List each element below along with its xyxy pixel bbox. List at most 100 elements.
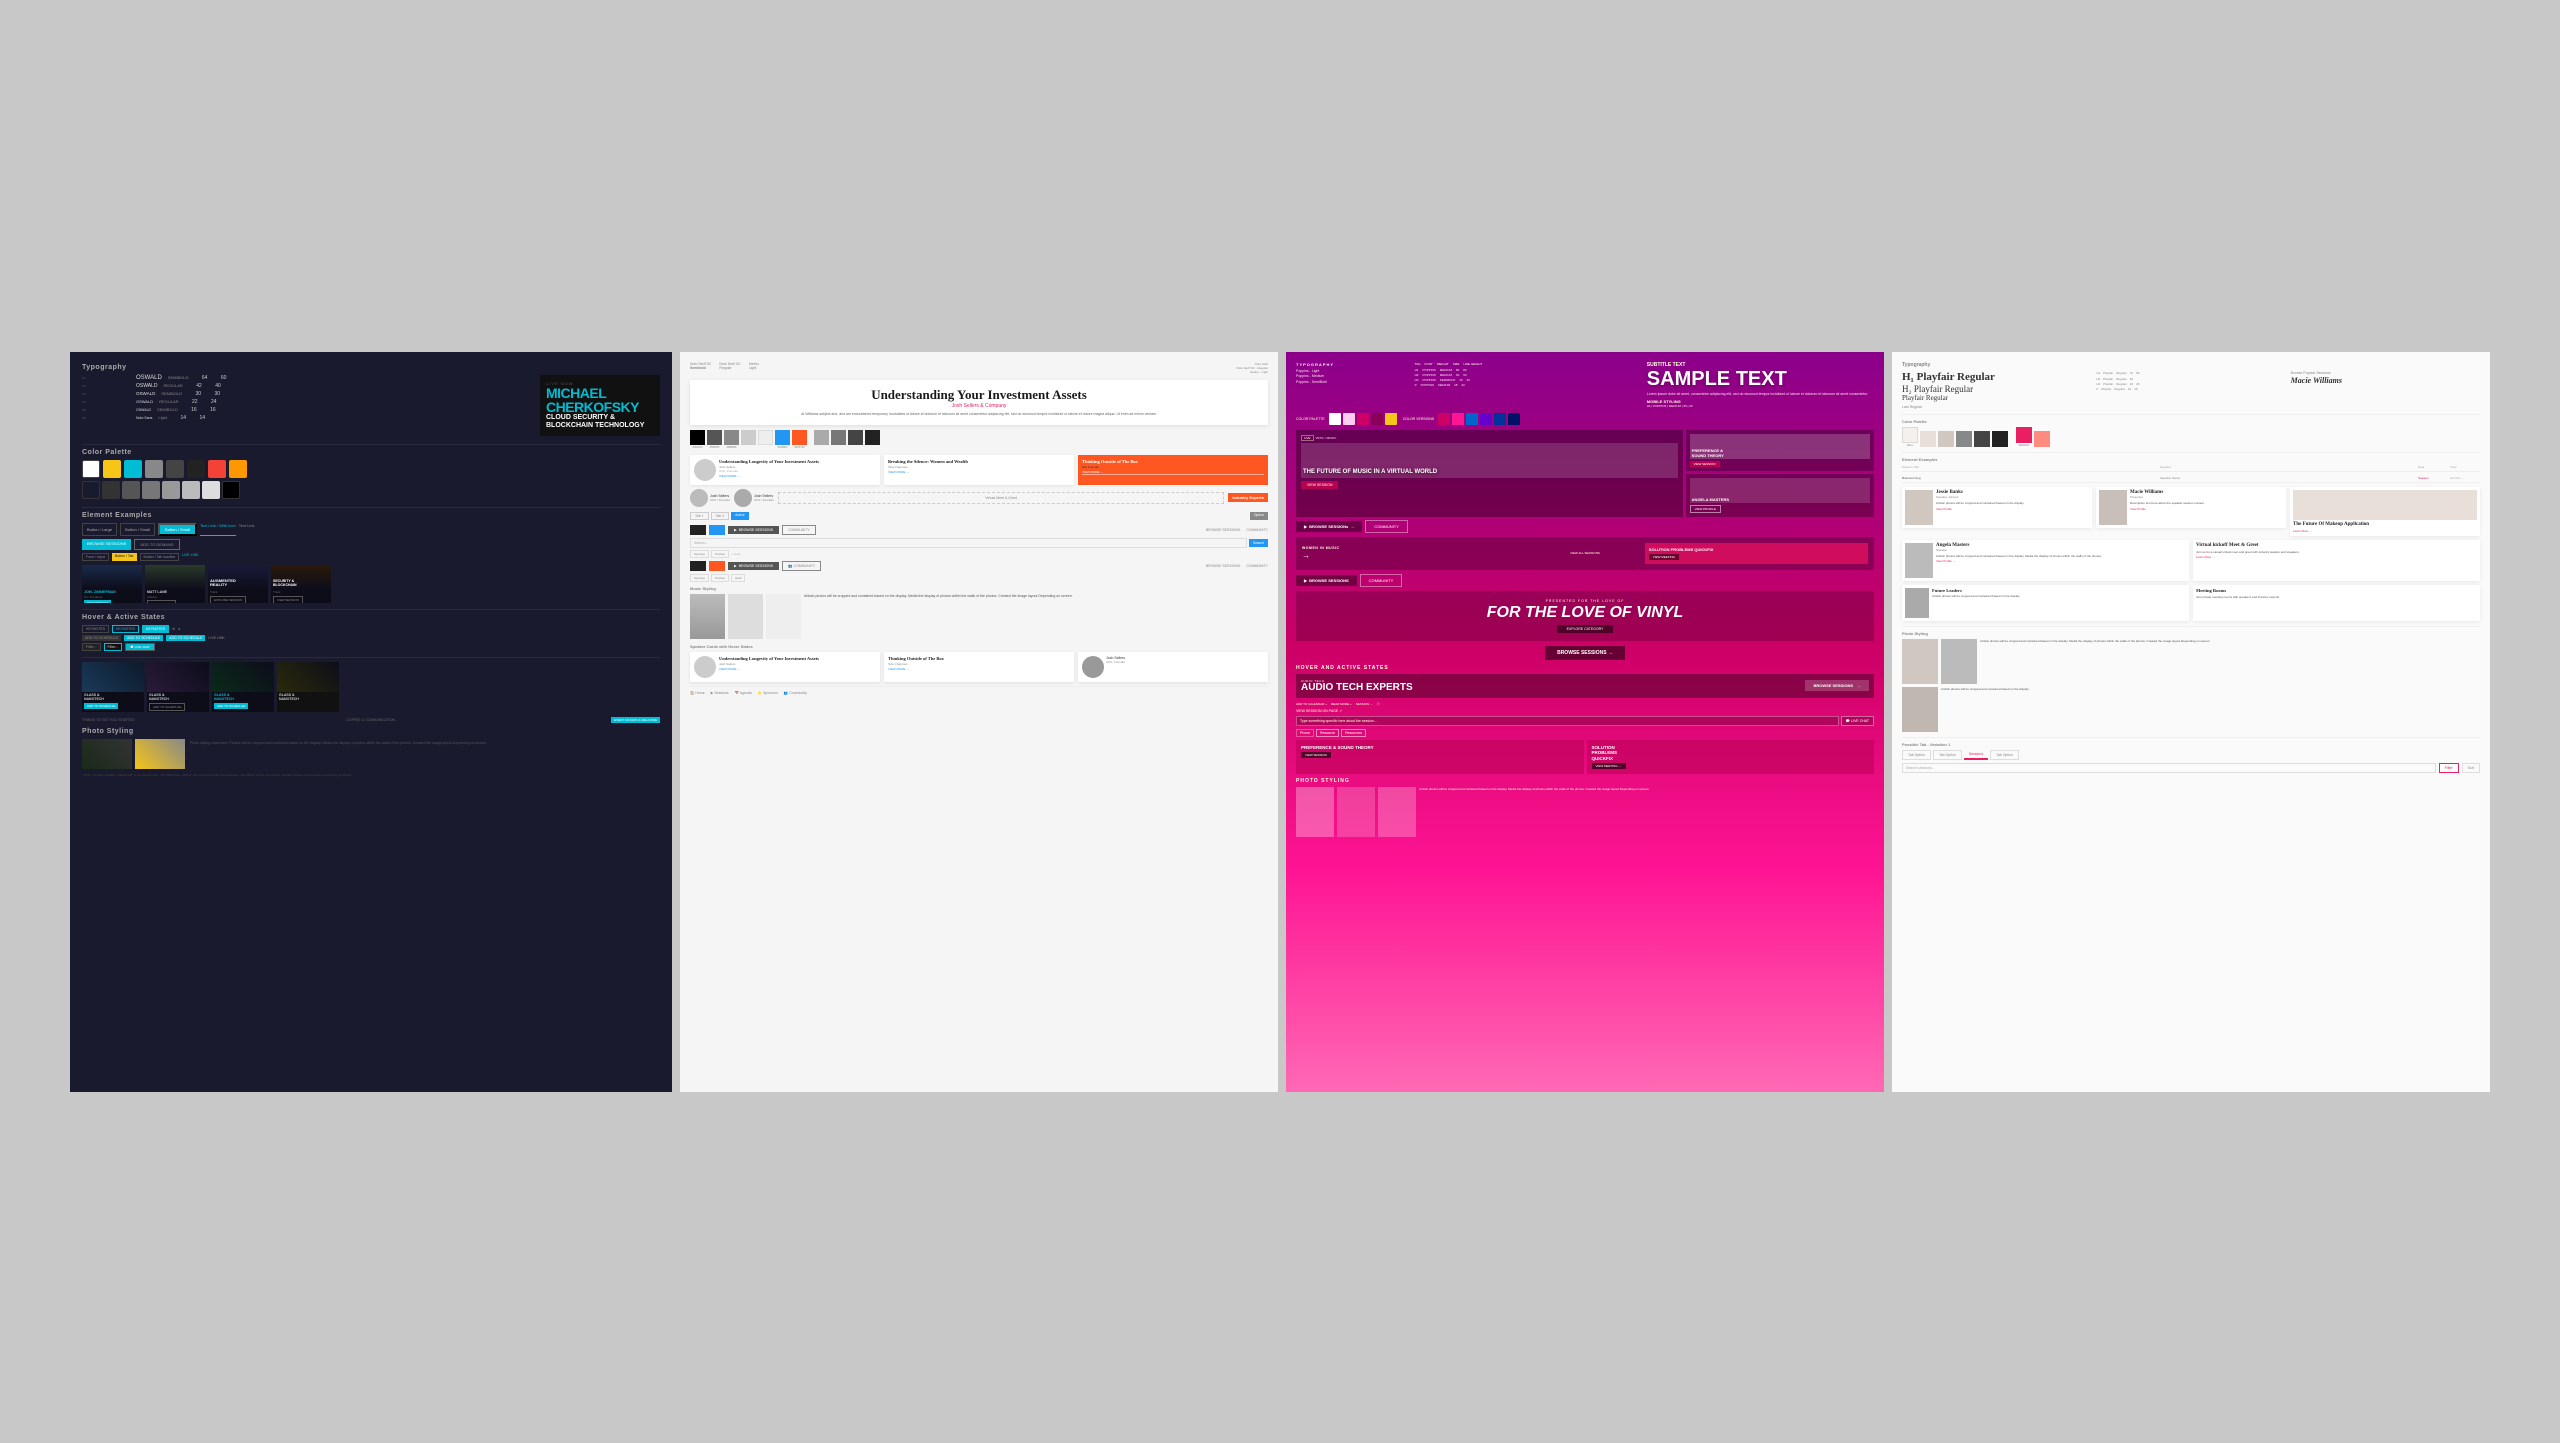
view-more-3[interactable]: VIEW MORE → xyxy=(1082,470,1264,475)
p4-tab-4[interactable]: Tab Option xyxy=(1990,750,2019,760)
p3-explore-btn[interactable]: EXPLORE CATEGORY xyxy=(1557,625,1614,633)
p3-session-link[interactable]: SESSION → xyxy=(1356,702,1373,706)
community-btn[interactable]: COMMUNITY xyxy=(782,525,816,535)
p3-live-chat[interactable]: 💬 LIVE CHAT xyxy=(1841,716,1874,726)
tag-keynotes-selected[interactable]: KEYNOTES xyxy=(142,625,169,633)
browse-sessions-light[interactable]: ▶ BROWSE SESSIONS xyxy=(728,526,779,534)
tab-nav-sponsors[interactable]: ⭐ Sponsors xyxy=(758,691,778,695)
button-large[interactable]: Button / Large xyxy=(82,523,117,536)
p3-mobile-val: H1 | POPPINS | MEDIUM | 50 | 40 xyxy=(1647,404,1874,408)
p3-community-btn-2[interactable]: COMMUNITY xyxy=(1360,574,1403,587)
browse-sessions-2[interactable]: ▶ BROWSE SESSIONS xyxy=(728,562,779,570)
p3-tag-3[interactable]: Resources xyxy=(1341,729,1366,737)
filter-active[interactable]: Filter... xyxy=(104,643,123,651)
form-submit[interactable]: Search xyxy=(1249,539,1268,547)
view-session-sec[interactable]: VIEW SESSION xyxy=(273,596,303,603)
explore-aug[interactable]: EXPLORE SESSION xyxy=(210,596,246,603)
p3-pref-row: PREFERENCE & SOUND THEORY VIEW SESSION S… xyxy=(1296,740,1874,774)
p4-tab-1[interactable]: Tab Option xyxy=(1902,750,1931,760)
tab-nav-community[interactable]: 👥 Community xyxy=(784,691,807,695)
tab-active[interactable]: Active xyxy=(731,512,749,520)
text-link[interactable]: Text Link / With Icon xyxy=(200,523,236,536)
p3-view-session-2[interactable]: VIEW SESSION xyxy=(1690,461,1720,467)
p3-ver-1 xyxy=(1438,413,1450,425)
view-profile-joel[interactable]: VIEW PROFILE xyxy=(84,600,111,603)
p3-browse-btn-2[interactable]: ▶BROWSE SESSIONS xyxy=(1296,575,1357,586)
p3-view-meeting-2[interactable]: VIEW MEETING → xyxy=(1592,763,1626,769)
photo-styling-title-1: Photo Styling xyxy=(82,728,660,735)
button-small[interactable]: Button / Small xyxy=(120,523,155,536)
p3-community-btn-1[interactable]: COMMUNITY xyxy=(1365,520,1408,533)
event-kickoff[interactable]: EVENT KICKOFF & WELCOME xyxy=(611,717,660,723)
p4-sort[interactable]: Sort xyxy=(2462,763,2480,773)
button-tab[interactable]: Button / Tab xyxy=(112,553,137,561)
add-schedule-hover[interactable]: ADD TO SCHEDULE xyxy=(166,635,205,641)
p4-tab-active[interactable]: Sessions xyxy=(1964,750,1988,760)
p3-add-cal[interactable]: ADD TO CALENDAR + xyxy=(1296,702,1327,706)
view-more-2[interactable]: VIEW MORE → xyxy=(888,470,1070,474)
tab-1[interactable]: Tab 1 xyxy=(690,512,709,520)
form-search[interactable]: Search... xyxy=(690,538,1247,548)
tab-2[interactable]: Tab 2 xyxy=(711,512,730,520)
live-link[interactable]: LIVE LINK xyxy=(182,553,198,561)
tab-nav-sessions[interactable]: ▶ Sessions xyxy=(711,691,729,695)
p3-browse-sessions-audio[interactable]: BROWSE SESSIONS → xyxy=(1805,680,1869,691)
p4-virtual-link[interactable]: Learn More → xyxy=(2196,555,2477,559)
tag-keynotes-active[interactable]: KEYNOTES xyxy=(112,625,139,633)
chat-btn[interactable]: 💬 LIVE CHAT xyxy=(125,643,155,651)
tab-nav-home[interactable]: 🏠 Home xyxy=(690,691,705,695)
p4-tab-2[interactable]: Tab Option xyxy=(1933,750,1962,760)
thinking-name: Eric Founder xyxy=(1082,465,1264,469)
add-schedule-btn[interactable]: ADD TO SCHEDULE xyxy=(82,635,121,641)
view-profile-matt[interactable]: VIEW PROFILE xyxy=(147,600,176,603)
p3-view-session-page[interactable]: VIEW SESSION ON PAGE ↗ xyxy=(1296,709,1874,713)
community-right[interactable]: COMMUNITY xyxy=(1246,528,1268,532)
p3-view-session[interactable]: VIEW SESSION xyxy=(1301,481,1338,489)
track-add-3[interactable]: ADD TO SCHEDULE xyxy=(214,703,248,709)
p4-action-1[interactable]: Act Ctrl → xyxy=(2450,476,2480,480)
swatch2-lightest xyxy=(758,430,773,445)
community-btn-2[interactable]: 👥 COMMUNITY xyxy=(782,561,821,571)
p3-form-input[interactable]: Type something specific here about the s… xyxy=(1296,716,1839,726)
p3-tag-2[interactable]: Resource xyxy=(1316,729,1339,737)
form-input[interactable]: Form / Input xyxy=(82,553,109,561)
browse-sessions-right[interactable]: BROWSE SESSIONS xyxy=(1206,528,1240,532)
p3-view-profile[interactable]: VIEW PROFILE xyxy=(1690,505,1721,513)
p4-search[interactable]: Search sessions... xyxy=(1902,763,2436,773)
p3-view-all-label[interactable]: VIEW ALL SESSIONS xyxy=(1529,551,1641,555)
p3-view-meeting[interactable]: VIEW MEETING xyxy=(1649,554,1679,560)
view-more-1[interactable]: VIEW MORE → xyxy=(719,474,819,478)
view-more-bottom-2[interactable]: VIEW MORE → xyxy=(888,667,1070,671)
tab-nav-agenda[interactable]: 📅 Agenda xyxy=(735,691,752,695)
p3-browse-btn-1[interactable]: ▶BROWSE SESSIONs→ xyxy=(1296,521,1362,532)
view-more-bottom[interactable]: VIEW MORE → xyxy=(719,667,819,671)
browse-sessions-right-2[interactable]: BROWSE SESSIONS xyxy=(1206,564,1240,568)
track-add[interactable]: ADD TO SCHEDULE xyxy=(84,703,118,709)
p3-side-1: PREFERENCE &SOUND THEORY VIEW SESSION xyxy=(1686,430,1874,471)
swatch-white xyxy=(82,460,100,478)
track-add-2[interactable]: ADD TO SCHEDULE xyxy=(149,703,185,711)
tag-keynotes[interactable]: KEYNOTES xyxy=(82,625,109,633)
button-tab-inactive[interactable]: Button / Tab Inactive xyxy=(140,553,180,561)
live-link-hover[interactable]: LIVE LINK xyxy=(208,636,224,640)
p3-browse-sessions-main[interactable]: BROWSE SESSIONS → xyxy=(1545,646,1625,660)
add-demand-btn[interactable]: ADD TO DEMAND xyxy=(134,539,179,550)
josh-photo xyxy=(690,489,708,507)
p3-read-more[interactable]: READ MORE + xyxy=(1331,702,1352,706)
add-schedule-active[interactable]: ADD TO SCHEDULE xyxy=(124,635,163,641)
browse-sessions-btn[interactable]: BROWSE SESSIONS xyxy=(82,539,131,550)
community-right-2[interactable]: COMMUNITY xyxy=(1246,564,1268,568)
p4-swatch-5 xyxy=(1974,431,1990,447)
p4-angela-link[interactable]: View Profile → xyxy=(1936,559,2102,563)
button-icon[interactable]: Button / Small xyxy=(158,523,197,536)
p3-tag-1[interactable]: Phone xyxy=(1296,729,1314,737)
p4-jessie-link[interactable]: View Profile xyxy=(1936,507,2024,511)
text-link-plain[interactable]: Text Link xyxy=(239,523,255,536)
live-name-2: CHERKOFSKY xyxy=(546,400,654,414)
p4-macie-link[interactable]: View Profile xyxy=(2130,507,2205,511)
tab-right[interactable]: Option xyxy=(1250,512,1268,520)
p3-view-session-3[interactable]: VIEW SESSION xyxy=(1301,752,1331,758)
filter-input[interactable]: Filter... xyxy=(82,643,101,651)
p4-filter[interactable]: Filter xyxy=(2439,763,2459,773)
p4-makeup-link[interactable]: Learn More → xyxy=(2293,529,2477,533)
